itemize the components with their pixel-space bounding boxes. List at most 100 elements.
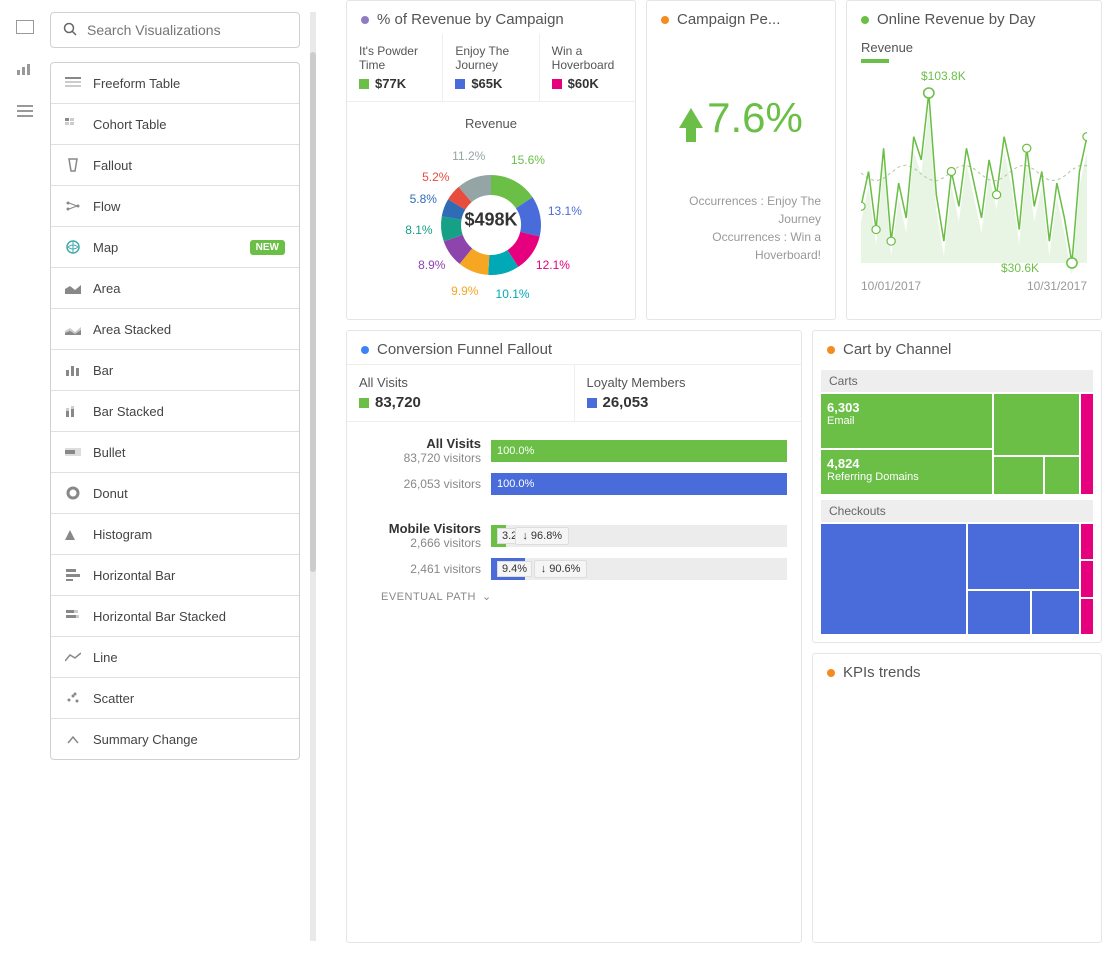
viz-item-bar[interactable]: Bar xyxy=(51,350,299,391)
series-label: Revenue xyxy=(861,40,1087,55)
fallout-drop: ↓ 90.6% xyxy=(534,560,588,578)
donut-slice-label: 5.8% xyxy=(410,192,437,206)
bullet-icon xyxy=(65,444,81,460)
legend-value: $77K xyxy=(359,76,430,91)
viz-item-donut[interactable]: Donut xyxy=(51,473,299,514)
legend-name: Enjoy The Journey xyxy=(455,44,526,76)
fallout-legend-value: 83,720 xyxy=(359,394,562,411)
search-input[interactable] xyxy=(85,21,287,39)
search-icon xyxy=(63,22,77,39)
table-icon xyxy=(65,75,81,91)
fallout-step-label: Mobile Visitors2,666 visitors xyxy=(361,521,491,550)
panel-kpi-trends: KPIs trends xyxy=(812,653,1102,943)
visualizations-icon[interactable] xyxy=(16,60,34,78)
panel-online-revenue: Online Revenue by Day Revenue $103.8K $3… xyxy=(846,0,1102,320)
components-icon[interactable] xyxy=(16,102,34,120)
treemap-cell[interactable] xyxy=(968,591,1030,634)
donut-slice-label: 5.2% xyxy=(422,170,449,184)
treemap-cell[interactable] xyxy=(1081,524,1093,559)
viz-item-line[interactable]: Line xyxy=(51,637,299,678)
fallout-drop: ↓ 96.8% xyxy=(515,527,569,545)
viz-item-label: Area xyxy=(93,281,120,296)
fallout-pct: 100.0% xyxy=(497,478,534,490)
arrow-up-icon xyxy=(679,108,703,128)
viz-item-label: Bar Stacked xyxy=(93,404,164,419)
line-chart: $103.8K $30.6K xyxy=(861,73,1087,273)
peak-label: $103.8K xyxy=(921,69,966,83)
treemap-cell[interactable] xyxy=(1081,599,1093,634)
search-box[interactable] xyxy=(50,12,300,48)
donut-icon xyxy=(65,485,81,501)
panel-icon[interactable] xyxy=(16,18,34,36)
dashboard-main: % of Revenue by Campaign It's Powder Tim… xyxy=(346,0,1116,953)
series-swatch xyxy=(861,59,889,63)
viz-item-flow[interactable]: Flow xyxy=(51,186,299,227)
panel-dot-icon xyxy=(827,669,835,677)
hbar-stacked-icon xyxy=(65,608,81,624)
panel-campaign-performance: Campaign Pe... 7.6% Occurrences : Enjoy … xyxy=(646,0,836,320)
viz-item-histogram[interactable]: Histogram xyxy=(51,514,299,555)
treemap-cell[interactable] xyxy=(1081,394,1093,494)
viz-item-table[interactable]: Freeform Table xyxy=(51,63,299,104)
area-stacked-icon xyxy=(65,321,81,337)
viz-item-hbar[interactable]: Horizontal Bar xyxy=(51,555,299,596)
fallout-pct: 9.4% xyxy=(497,561,532,577)
panel-dot-icon xyxy=(361,16,369,24)
panel-title: Campaign Pe... xyxy=(677,11,780,28)
scatter-icon xyxy=(65,690,81,706)
donut-center-value: $498K xyxy=(464,210,517,231)
viz-item-area[interactable]: Area xyxy=(51,268,299,309)
viz-item-label: Map xyxy=(93,240,118,255)
fallout-legend-value: 26,053 xyxy=(587,394,790,411)
donut-slice-label: 8.1% xyxy=(405,223,432,237)
map-icon xyxy=(65,239,81,255)
panel-title: % of Revenue by Campaign xyxy=(377,11,564,28)
eventual-path-toggle[interactable]: EVENTUAL PATH ⌄ xyxy=(381,590,787,603)
panel-dot-icon xyxy=(361,346,369,354)
treemap-cell[interactable]: 6,303 Email xyxy=(821,394,992,448)
treemap-cell[interactable] xyxy=(1032,591,1079,634)
fallout-steps: All Visits83,720 visitors100.0%26,053 vi… xyxy=(347,422,801,617)
viz-item-label: Area Stacked xyxy=(93,322,171,337)
viz-item-summary[interactable]: Summary Change xyxy=(51,719,299,759)
fallout-row: 26,053 visitors100.0% xyxy=(361,473,787,495)
bar-stacked-icon xyxy=(65,403,81,419)
treemap-cell[interactable] xyxy=(1081,561,1093,596)
area-icon xyxy=(65,280,81,296)
flow-icon xyxy=(65,198,81,214)
fallout-bar-fill xyxy=(491,440,787,462)
viz-item-label: Bullet xyxy=(93,445,126,460)
viz-item-bullet[interactable]: Bullet xyxy=(51,432,299,473)
viz-item-label: Bar xyxy=(93,363,113,378)
panel-cart-by-channel: Cart by Channel Carts 6,303 Email 4,824 xyxy=(812,330,1102,643)
viz-item-cohort[interactable]: Cohort Table xyxy=(51,104,299,145)
legend-value: $65K xyxy=(455,76,526,91)
panel-title: Online Revenue by Day xyxy=(877,11,1035,28)
treemap-cell[interactable] xyxy=(1045,457,1079,494)
left-rail xyxy=(0,0,50,953)
treemap-cell[interactable] xyxy=(994,394,1079,455)
panel-scrollbar[interactable] xyxy=(310,12,316,941)
viz-item-label: Freeform Table xyxy=(93,76,180,91)
viz-item-scatter[interactable]: Scatter xyxy=(51,678,299,719)
viz-item-fallout[interactable]: Fallout xyxy=(51,145,299,186)
fallout-row: Mobile Visitors2,666 visitors3.2%↓ 96.8% xyxy=(361,521,787,550)
campaign-delta: 7.6% xyxy=(647,94,835,142)
viz-item-hbar-stacked[interactable]: Horizontal Bar Stacked xyxy=(51,596,299,637)
panel-title: Cart by Channel xyxy=(843,341,951,358)
treemap-cell[interactable]: 4,824 Referring Domains xyxy=(821,450,992,494)
donut-slice-label: 10.1% xyxy=(496,287,530,301)
occurrence-line-1: Occurrences : Enjoy The Journey xyxy=(661,192,821,228)
fallout-legend-name: Loyalty Members xyxy=(587,375,790,390)
treemap-cell[interactable] xyxy=(821,524,966,634)
panel-conversion-fallout: Conversion Funnel Fallout All Visits83,7… xyxy=(346,330,802,943)
viz-item-area-stacked[interactable]: Area Stacked xyxy=(51,309,299,350)
treemap-section-checkouts: Checkouts xyxy=(821,500,1093,522)
viz-item-map[interactable]: MapNEW xyxy=(51,227,299,268)
panel-title: Conversion Funnel Fallout xyxy=(377,341,552,358)
x-axis-start: 10/01/2017 xyxy=(861,279,921,293)
treemap-cell[interactable] xyxy=(994,457,1043,494)
treemap-cell[interactable] xyxy=(968,524,1079,589)
legend-value: $60K xyxy=(552,76,623,91)
viz-item-bar-stacked[interactable]: Bar Stacked xyxy=(51,391,299,432)
